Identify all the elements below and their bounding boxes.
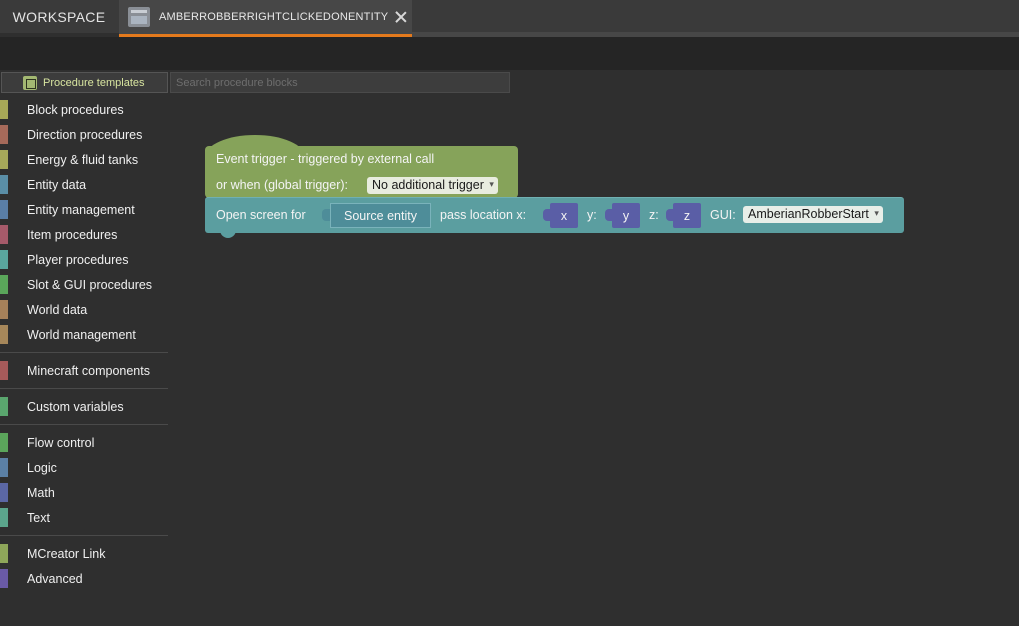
category-color-swatch	[0, 150, 8, 169]
procedure-templates-button[interactable]: Procedure templates	[1, 72, 168, 93]
sidebar-item-world-management[interactable]: World management	[0, 322, 168, 347]
sidebar-item-label: Direction procedures	[27, 127, 143, 142]
sidebar-item-slot-and-gui-procedures[interactable]: Slot & GUI procedures	[0, 272, 168, 297]
sidebar-item-math[interactable]: Math	[0, 480, 168, 505]
sidebar-item-text[interactable]: Text	[0, 505, 168, 530]
category-color-swatch	[0, 100, 8, 119]
dropdown-arrow-icon: ▾	[489, 179, 494, 189]
sidebar-item-label: Text	[27, 510, 50, 525]
sidebar-item-label: Energy & fluid tanks	[27, 152, 139, 167]
sidebar-item-label: Slot & GUI procedures	[27, 277, 153, 292]
mcreator-procedure-editor: WORKSPACE AMBERROBBERRIGHTCLICKEDONENTIT…	[0, 0, 1019, 626]
category-color-swatch	[0, 544, 8, 563]
category-color-swatch	[0, 325, 8, 344]
z-variable-label: z	[683, 208, 691, 223]
templates-icon	[23, 75, 37, 90]
sidebar-item-mcreator-link[interactable]: MCreator Link	[0, 541, 168, 566]
z-label: z:	[649, 208, 659, 222]
y-label: y:	[587, 208, 597, 222]
category-color-swatch	[0, 200, 8, 219]
sidebar-item-label: Player procedures	[27, 252, 129, 267]
sidebar-item-logic[interactable]: Logic	[0, 455, 168, 480]
procedure-templates-label: Procedure templates	[43, 76, 145, 89]
x-variable-block[interactable]: x	[550, 203, 578, 228]
category-color-swatch	[0, 361, 8, 380]
close-icon[interactable]	[395, 11, 407, 23]
category-color-swatch	[0, 458, 8, 477]
sidebar-item-entity-data[interactable]: Entity data	[0, 172, 168, 197]
gui-value: AmberianRobberStart	[748, 207, 869, 221]
sidebar-item-flow-control[interactable]: Flow control	[0, 430, 168, 455]
sidebar-item-label: Entity management	[27, 202, 135, 217]
sidebar-separator	[0, 535, 168, 536]
category-color-swatch	[0, 250, 8, 269]
sidebar-item-label: Math	[27, 485, 55, 500]
search-input[interactable]	[170, 72, 510, 93]
sidebar-item-label: Entity data	[27, 177, 87, 192]
sidebar-item-label: Custom variables	[27, 399, 124, 414]
sidebar-item-block-procedures[interactable]: Block procedures	[0, 97, 168, 122]
sidebar-item-label: MCreator Link	[27, 546, 106, 561]
category-color-swatch	[0, 508, 8, 527]
tab-procedure[interactable]: AMBERROBBERRIGHTCLICKEDONENTITY	[119, 0, 412, 37]
source-entity-block[interactable]: Source entity	[330, 203, 431, 228]
category-color-swatch	[0, 225, 8, 244]
sidebar-item-label: World data	[27, 302, 88, 317]
sidebar-item-label: Flow control	[27, 435, 95, 450]
sidebar-item-minecraft-components[interactable]: Minecraft components	[0, 358, 168, 383]
sidebar-item-label: Minecraft components	[27, 363, 150, 378]
sidebar-item-label: Item procedures	[27, 227, 118, 242]
gui-label: GUI:	[710, 208, 736, 222]
category-color-swatch	[0, 275, 8, 294]
sidebar-separator	[0, 352, 168, 353]
tab-procedure-label: AMBERROBBERRIGHTCLICKEDONENTITY	[159, 11, 389, 23]
category-color-swatch	[0, 397, 8, 416]
tab-workspace[interactable]: WORKSPACE	[0, 0, 118, 33]
sidebar-separator	[0, 388, 168, 389]
sidebar-item-direction-procedures[interactable]: Direction procedures	[0, 122, 168, 147]
pass-location-label: pass location x:	[440, 208, 527, 222]
event-trigger-label: Event trigger - triggered by external ca…	[216, 152, 435, 166]
z-variable-block[interactable]: z	[673, 203, 701, 228]
sidebar-item-player-procedures[interactable]: Player procedures	[0, 247, 168, 272]
global-trigger-value: No additional trigger	[372, 178, 484, 192]
y-variable-block[interactable]: y	[612, 203, 640, 228]
gui-dropdown[interactable]: AmberianRobberStart ▾	[743, 206, 883, 223]
category-color-swatch	[0, 569, 8, 588]
category-color-swatch	[0, 175, 8, 194]
editor-toolbar	[0, 37, 1019, 70]
sidebar-item-world-data[interactable]: World data	[0, 297, 168, 322]
source-entity-label: Source entity	[344, 208, 417, 223]
global-trigger-dropdown[interactable]: No additional trigger ▾	[367, 177, 498, 194]
procedure-file-icon	[128, 7, 150, 27]
open-screen-label: Open screen for	[216, 208, 306, 222]
block-connector	[220, 230, 236, 238]
category-color-swatch	[0, 300, 8, 319]
dropdown-arrow-icon: ▾	[874, 208, 879, 218]
category-color-swatch	[0, 433, 8, 452]
x-variable-label: x	[560, 208, 568, 223]
category-color-swatch	[0, 125, 8, 144]
y-variable-label: y	[622, 208, 630, 223]
sidebar-item-energy-and-fluid-tanks[interactable]: Energy & fluid tanks	[0, 147, 168, 172]
sidebar-item-entity-management[interactable]: Entity management	[0, 197, 168, 222]
category-color-swatch	[0, 483, 8, 502]
tab-bar: WORKSPACE AMBERROBBERRIGHTCLICKEDONENTIT…	[0, 0, 1019, 37]
block-category-sidebar: Block procedures Direction procedures Ener…	[0, 97, 168, 591]
sidebar-separator	[0, 424, 168, 425]
sidebar-item-custom-variables[interactable]: Custom variables	[0, 394, 168, 419]
sidebar-item-label: Logic	[27, 460, 57, 475]
sidebar-item-label: Advanced	[27, 571, 83, 586]
global-trigger-label: or when (global trigger):	[216, 178, 349, 192]
sidebar-item-advanced[interactable]: Advanced	[0, 566, 168, 591]
sidebar-item-label: World management	[27, 327, 136, 342]
sidebar-item-label: Block procedures	[27, 102, 124, 117]
sidebar-item-item-procedures[interactable]: Item procedures	[0, 222, 168, 247]
